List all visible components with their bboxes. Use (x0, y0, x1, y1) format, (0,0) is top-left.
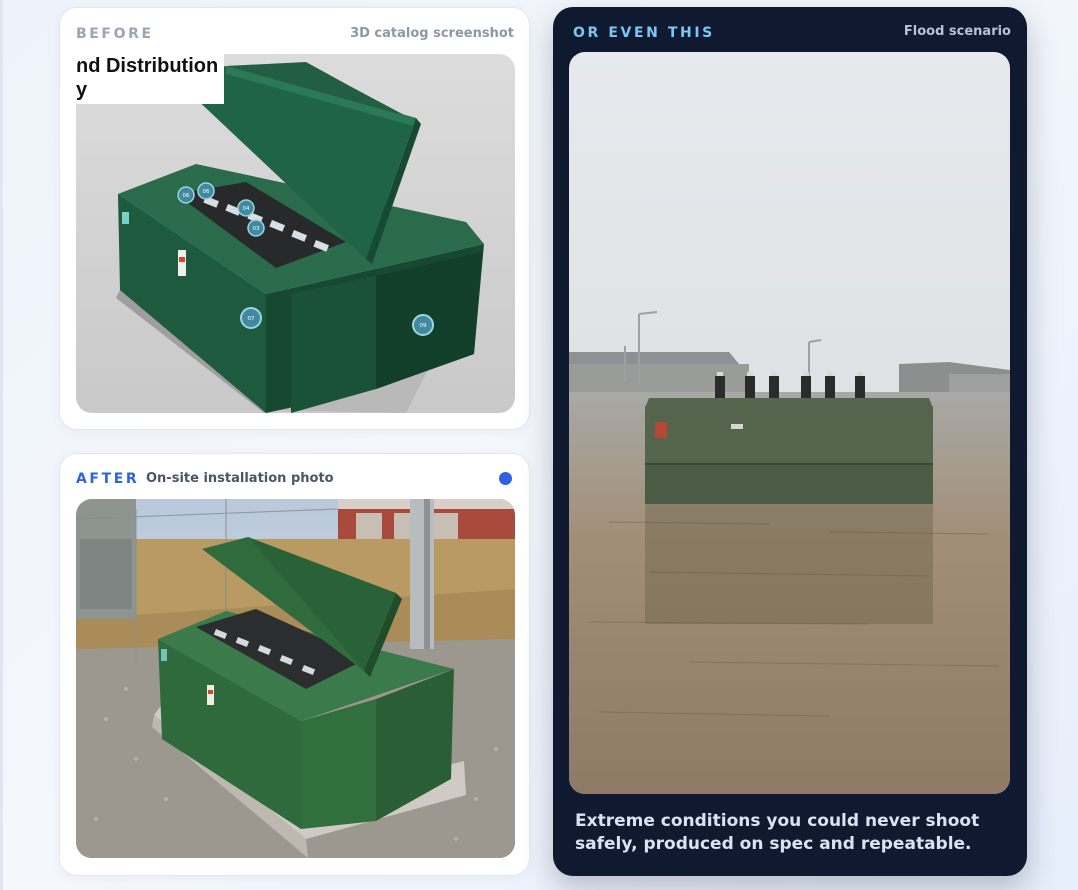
flood-image (569, 52, 1010, 794)
after-image (76, 499, 515, 858)
overlay-line-2: y (76, 79, 88, 101)
flood-card: OR EVEN THIS Flood scenario Extreme cond… (553, 7, 1027, 876)
before-tag: BEFORE (76, 26, 154, 42)
before-subtitle: 3D catalog screenshot (350, 26, 514, 41)
overlay-line-1: nd Distribution (76, 55, 219, 77)
hotspot-label: 06 (183, 193, 190, 199)
hotspot-label: 03 (253, 226, 260, 232)
after-card: AFTER On-site installation photo (59, 453, 530, 876)
catalog-render-image: 06 06 04 03 07 09 (76, 54, 515, 413)
hotspot-label: 09 (420, 323, 427, 329)
left-divider (0, 0, 3, 890)
image-overlay-text: nd Distribution y (76, 54, 225, 104)
flood-caption: Extreme conditions you could never shoot… (575, 811, 980, 854)
after-subtitle: On-site installation photo (146, 471, 334, 486)
installation-photo (76, 499, 515, 858)
status-dot (499, 472, 512, 485)
before-card: BEFORE 3D catalog screenshot 06 06 04 03… (59, 7, 530, 430)
before-image: 06 06 04 03 07 09 nd Distribution y (76, 54, 515, 413)
hotspot-label: 06 (203, 189, 210, 195)
flood-scenario-image (569, 52, 1010, 794)
after-tag: AFTER (76, 471, 140, 487)
flood-tag: OR EVEN THIS (573, 25, 715, 41)
page: BEFORE 3D catalog screenshot 06 06 04 03… (0, 0, 1078, 890)
hotspot-label: 04 (243, 206, 250, 212)
hotspot-label: 07 (248, 316, 255, 322)
flood-subtitle: Flood scenario (903, 24, 1011, 39)
